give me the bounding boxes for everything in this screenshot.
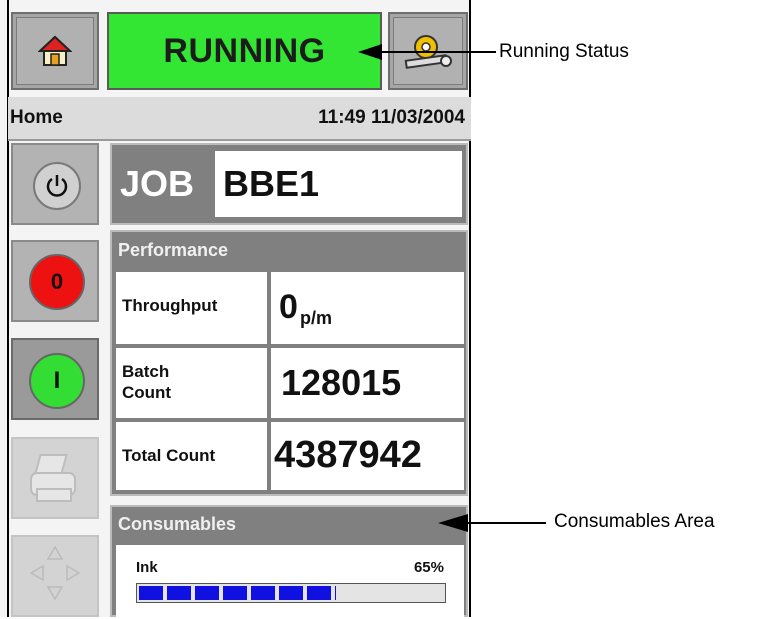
total-count-value: 4387942 xyxy=(274,434,422,476)
job-name: BBE1 xyxy=(223,163,320,204)
stop-button[interactable]: 0 xyxy=(11,240,99,322)
power-button[interactable] xyxy=(11,143,99,225)
performance-title: Performance xyxy=(118,240,229,260)
consumables-area-annotation: Consumables Area xyxy=(554,511,715,532)
throughput-value: 0 xyxy=(279,288,298,326)
printer-screen: RUNNING Home 11:49 11/03/2004 0 I JOB BB… xyxy=(0,0,471,619)
throughput-label-cell: Throughput xyxy=(116,272,267,344)
home-icon xyxy=(38,35,72,66)
throughput-label: Throughput xyxy=(122,296,218,315)
consumables-area-pointer xyxy=(438,514,546,532)
ink-level-segment xyxy=(335,586,336,600)
navigation-button[interactable] xyxy=(11,535,99,617)
start-icon: I xyxy=(29,353,85,409)
status-text: RUNNING xyxy=(163,31,326,70)
running-status-annotation: Running Status xyxy=(499,41,629,62)
consumables-body: Ink 65% xyxy=(116,545,464,619)
info-strip: Home 11:49 11/03/2004 xyxy=(8,97,471,141)
printer-icon xyxy=(30,454,76,502)
ink-level-segment xyxy=(139,586,163,600)
job-panel[interactable]: JOB BBE1 xyxy=(110,143,468,225)
performance-panel: Performance Throughput 0 p/m Batch Count… xyxy=(110,230,468,496)
ink-level-segment xyxy=(223,586,247,600)
batch-count-label: Batch Count xyxy=(122,362,172,402)
job-label: JOB xyxy=(120,163,195,204)
screen-name: Home xyxy=(10,107,63,128)
print-button[interactable] xyxy=(11,437,99,519)
running-status-indicator: RUNNING xyxy=(107,12,382,90)
total-count-value-cell: 4387942 xyxy=(271,422,464,490)
datetime: 11:49 11/03/2004 xyxy=(318,107,465,128)
start-button[interactable]: I xyxy=(11,338,99,420)
ink-level-bar xyxy=(136,583,446,603)
screen-border-left xyxy=(7,0,9,617)
ink-level-segment xyxy=(251,586,275,600)
job-name-box: BBE1 xyxy=(215,151,462,217)
total-count-label-cell: Total Count xyxy=(116,422,267,490)
ink-level-segment xyxy=(167,586,191,600)
batch-count-value-cell: 128015 xyxy=(271,348,464,418)
stop-label: 0 xyxy=(50,269,64,294)
total-count-label: Total Count xyxy=(122,446,216,465)
ink-level-segment xyxy=(279,586,303,600)
start-label: I xyxy=(53,367,61,394)
consumables-panel[interactable]: Consumables Ink 65% xyxy=(110,505,468,619)
running-status-pointer xyxy=(358,44,496,60)
ink-level-segment xyxy=(195,586,219,600)
ink-label: Ink xyxy=(136,559,158,576)
ink-percent: 65% xyxy=(413,559,444,576)
ink-level-segment xyxy=(307,586,331,600)
throughput-value-cell: 0 p/m xyxy=(271,272,464,344)
batch-count-label-cell: Batch Count xyxy=(116,348,267,418)
navigation-arrows-icon xyxy=(29,545,81,601)
power-icon xyxy=(33,162,81,210)
home-button[interactable] xyxy=(11,12,99,90)
batch-count-value: 128015 xyxy=(281,362,402,403)
throughput-unit: p/m xyxy=(300,308,333,328)
consumables-title: Consumables xyxy=(118,514,237,534)
stop-icon: 0 xyxy=(29,254,85,310)
